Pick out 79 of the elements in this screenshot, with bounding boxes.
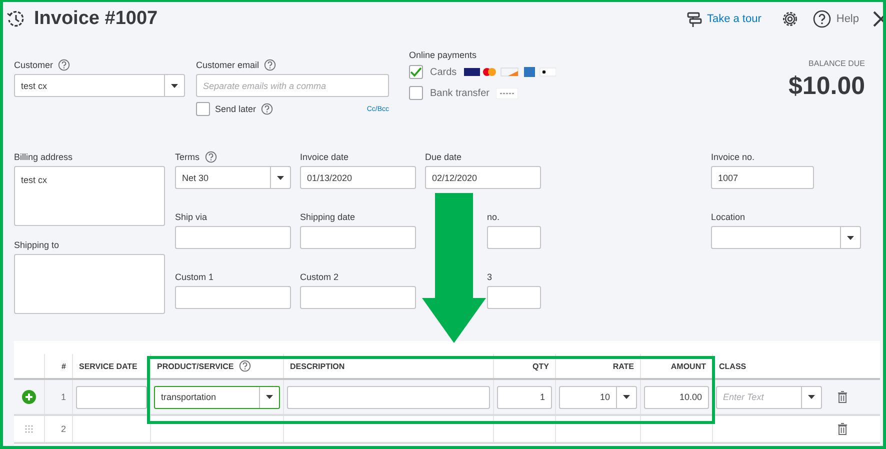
column-header: CLASS xyxy=(719,362,746,370)
field-label: Invoice no. xyxy=(711,152,755,162)
field-label: Shipping to xyxy=(14,240,60,250)
input-field[interactable]: 1007 xyxy=(711,166,814,189)
checkbox-label: Cards xyxy=(430,66,457,78)
caret-icon xyxy=(266,395,273,399)
field-label: Terms xyxy=(175,152,200,162)
signpost-icon xyxy=(686,11,702,27)
checkbox[interactable] xyxy=(409,86,423,100)
help-icon[interactable] xyxy=(264,59,276,71)
window-title: Invoice #1007 xyxy=(34,8,158,30)
field-label: Customer xyxy=(14,60,54,70)
caret-icon xyxy=(847,236,854,240)
product-select[interactable]: transportation xyxy=(154,386,280,408)
field-label: Shipping date xyxy=(300,212,356,222)
column-header: RATE xyxy=(612,362,634,370)
description-field[interactable] xyxy=(287,386,490,408)
select-field[interactable] xyxy=(711,226,861,249)
field-label: Customer email xyxy=(196,60,260,70)
input-field[interactable] xyxy=(175,286,291,309)
checkbox[interactable] xyxy=(196,102,210,116)
history-icon[interactable] xyxy=(6,9,26,29)
help-icon[interactable] xyxy=(261,103,274,115)
qty-field[interactable]: 1 xyxy=(497,386,552,408)
field-label: no. xyxy=(487,212,500,222)
help-button[interactable]: Help xyxy=(813,10,859,28)
date-field[interactable] xyxy=(76,386,147,408)
checkbox-label: Send later xyxy=(215,104,256,114)
caret-icon xyxy=(623,395,630,399)
amount-field[interactable]: 10.00 xyxy=(644,386,709,408)
caret-icon xyxy=(808,395,815,399)
column-header: PRODUCT/SERVICE xyxy=(157,362,234,370)
input-field[interactable] xyxy=(487,286,541,309)
column-header: # xyxy=(62,362,66,370)
checkbox[interactable] xyxy=(409,65,423,79)
input-field[interactable] xyxy=(300,226,416,249)
help-icon[interactable] xyxy=(238,360,251,372)
input-field[interactable] xyxy=(300,286,416,309)
field-label: 3 xyxy=(487,272,492,282)
balance-due-label: BALANCE DUE xyxy=(808,59,865,68)
input-field[interactable]: 02/12/2020 xyxy=(425,166,541,189)
field-label: Billing address xyxy=(14,152,73,162)
caret-icon xyxy=(277,176,284,180)
trash-icon[interactable] xyxy=(838,423,847,435)
input-field[interactable] xyxy=(175,226,291,249)
trash-icon[interactable] xyxy=(838,391,847,403)
field-label: Invoice date xyxy=(300,152,349,162)
balance-due-amount: $10.00 xyxy=(788,72,865,101)
add-icon[interactable] xyxy=(22,390,36,404)
section-title: Online payments xyxy=(409,50,478,60)
field-label: Custom 2 xyxy=(300,272,339,282)
billing-address-field[interactable]: test cx xyxy=(14,166,165,226)
caret-icon xyxy=(171,84,178,88)
help-icon[interactable] xyxy=(204,151,216,163)
help-icon[interactable] xyxy=(58,59,70,71)
row-number: 2 xyxy=(60,424,66,434)
customer-select[interactable]: test cx xyxy=(14,74,185,97)
column-header: SERVICE DATE xyxy=(79,362,138,370)
shipping-address-field[interactable] xyxy=(14,254,165,314)
drag-handle-icon[interactable] xyxy=(25,425,33,433)
email-field[interactable]: Separate emails with a comma xyxy=(196,74,389,97)
take-a-tour-link[interactable]: Take a tour xyxy=(706,13,762,25)
column-header: QTY xyxy=(532,362,549,370)
field-label: Due date xyxy=(425,152,462,162)
field-label: Custom 1 xyxy=(175,272,214,282)
checkbox-label: Bank transfer xyxy=(430,88,490,98)
bank-logo-icon xyxy=(496,88,518,98)
input-field[interactable]: 01/13/2020 xyxy=(300,166,416,189)
column-header: DESCRIPTION xyxy=(290,362,345,370)
card-logos-icon xyxy=(464,67,556,77)
field-label: Location xyxy=(711,212,746,222)
settings-icon[interactable] xyxy=(781,10,800,28)
select-field[interactable]: Net 30 xyxy=(175,166,291,189)
close-icon[interactable] xyxy=(873,11,883,27)
rate-select[interactable]: 10 xyxy=(559,386,637,408)
input-field[interactable] xyxy=(487,226,541,249)
field-label: Ship via xyxy=(175,212,208,222)
column-header: AMOUNT xyxy=(670,362,706,370)
row-number: 1 xyxy=(60,392,66,402)
